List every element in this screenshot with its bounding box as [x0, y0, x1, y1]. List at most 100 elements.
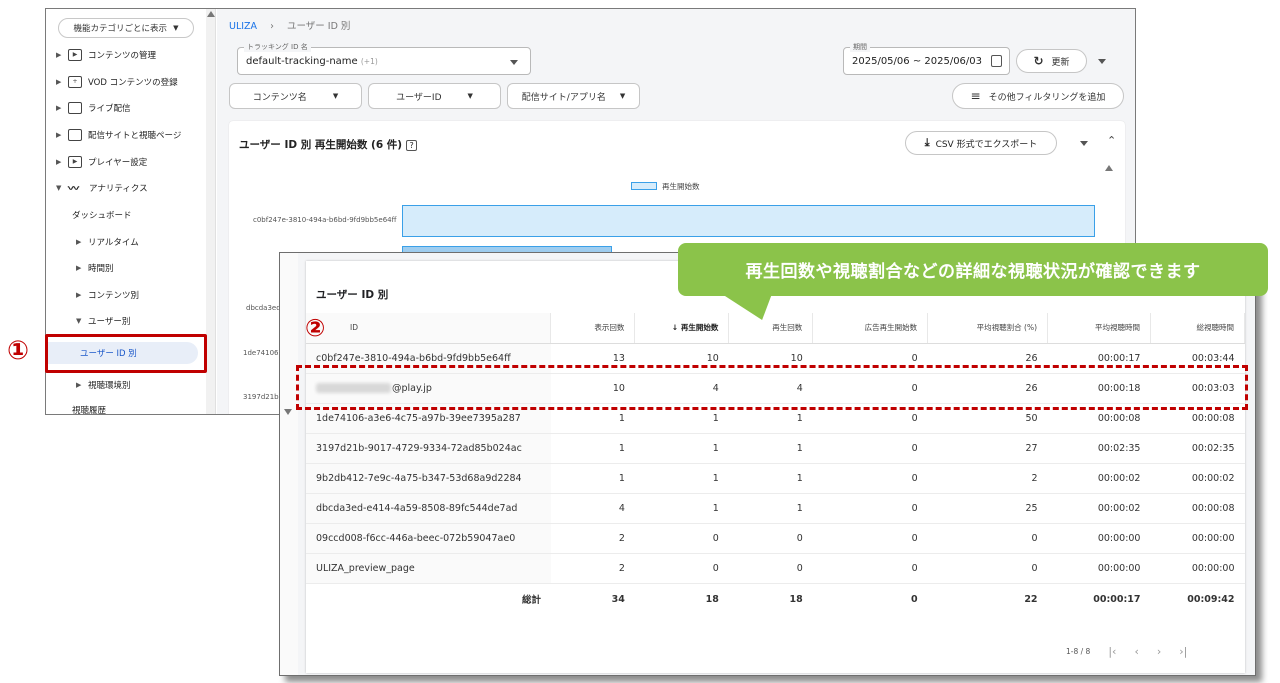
- sidebar-item-environment[interactable]: ▶ 視聴環境別: [46, 374, 206, 396]
- filter-content-name[interactable]: コンテンツ名 ▼: [229, 83, 362, 109]
- cell-text: 1: [712, 412, 719, 424]
- sidebar-item-by-content[interactable]: ▶ コンテンツ別: [46, 284, 206, 306]
- callout-bubble: 再生回数や視聴割合などの詳細な視聴状況が確認できます: [678, 243, 1268, 296]
- sidebar-item-sites[interactable]: ▶ 配信サイトと視聴ページ: [46, 124, 206, 146]
- cell-text: 00:00:02: [1097, 472, 1141, 484]
- refresh-label: 更新: [1051, 57, 1070, 68]
- highlight-box-sidebar: [45, 334, 207, 373]
- table-cell: 0: [728, 523, 813, 554]
- sidebar-item-vod-register[interactable]: ▶ + VOD コンテンツの登録: [46, 71, 206, 93]
- column-header-play-starts[interactable]: ↓ 再生開始数: [634, 313, 730, 344]
- add-filter-button[interactable]: ≡ その他フィルタリングを追加: [952, 83, 1124, 109]
- cell-text: 00:00:08: [1097, 412, 1141, 424]
- sidebar-item-label: ライブ配信: [88, 104, 131, 114]
- cell-text: ULIZA_preview_page: [316, 562, 415, 574]
- sidebar-item-player-settings[interactable]: ▶ ▶ プレイヤー設定: [46, 151, 206, 173]
- csv-export-button[interactable]: ⤓ CSV 形式でエクスポート: [905, 131, 1057, 155]
- table-cell: 00:00:02: [1047, 463, 1151, 494]
- cell-text: dbcda3ed-e414-4a59-8508-89fc544de7ad: [316, 502, 518, 514]
- table-cell: 00:02:35: [1150, 433, 1245, 464]
- sidebar-scrollbar[interactable]: [206, 9, 216, 414]
- user-id-table: ID 表示回数 ↓ 再生開始数 再生回数 広告再生開始数 平均視聴割合 (%) …: [306, 313, 1246, 615]
- cell-text: 26: [1025, 352, 1038, 364]
- table-cell: 1: [550, 433, 635, 464]
- sidebar-item-analytics[interactable]: ▼ 〰 アナリティクス: [46, 177, 206, 199]
- refresh-button[interactable]: ↻ 更新: [1016, 49, 1087, 73]
- column-header-total-time[interactable]: 総視聴時間: [1150, 313, 1246, 344]
- cell-text: 00:00:02: [1191, 472, 1235, 484]
- table-cell: 2: [927, 463, 1048, 494]
- cell-text: 1: [618, 412, 625, 424]
- sidebar-item-live[interactable]: ▶ ライブ配信: [46, 97, 206, 119]
- sidebar-item-label: コンテンツの管理: [88, 51, 157, 61]
- table-cell: 0: [812, 493, 928, 524]
- column-header-impressions[interactable]: 表示回数: [550, 313, 636, 344]
- table-cell: 0: [812, 463, 928, 494]
- cell-text: 0: [911, 352, 918, 364]
- period-field[interactable]: 期間 2025/05/06 ~ 2025/06/03: [843, 42, 1010, 75]
- add-box-icon: +: [68, 76, 82, 88]
- sidebar-item-hourly[interactable]: ▶ 時間別: [46, 257, 206, 279]
- table-cell: 00:00:00: [1047, 523, 1151, 554]
- table-row[interactable]: 3197d21b-9017-4729-9334-72ad85b024ac 1 1 1 0…: [306, 433, 1245, 464]
- table-row[interactable]: ULIZA_preview_page 2 0 0 0 0 00:00:00 00:00:00: [306, 553, 1245, 584]
- table-cell: 1: [728, 433, 813, 464]
- period-label: 期間: [850, 42, 870, 52]
- collapse-chevron-icon[interactable]: ⌃: [1107, 134, 1116, 147]
- filter-user-id[interactable]: ユーザーID ▼: [368, 83, 501, 109]
- breadcrumb-brand[interactable]: ULIZA: [229, 21, 257, 32]
- column-header-ad-starts[interactable]: 広告再生開始数: [812, 313, 929, 344]
- sidebar-item-dashboard[interactable]: ダッシュボード: [46, 204, 206, 226]
- scroll-up-icon[interactable]: [207, 11, 215, 17]
- column-header-label: 再生開始数: [680, 323, 719, 333]
- tracking-id-select[interactable]: トラッキング ID 名 default-tracking-name (+1): [237, 42, 531, 75]
- category-display-button[interactable]: 機能カテゴリごとに表示 ▼: [58, 18, 194, 38]
- table-cell: 00:00:00: [1150, 553, 1245, 584]
- cell-text: 27: [1025, 442, 1038, 454]
- sidebar-item-label: 視聴環境別: [88, 381, 131, 391]
- sidebar-item-by-user[interactable]: ▼ ユーザー別: [46, 310, 206, 332]
- dropdown-caret-icon: ▼: [332, 92, 339, 100]
- column-header-avg-time[interactable]: 平均視聴時間: [1047, 313, 1151, 344]
- scroll-down-icon[interactable]: [284, 409, 292, 415]
- table-cell: 25: [927, 493, 1048, 524]
- sidebar-item-history[interactable]: 視聴履歴: [46, 399, 206, 414]
- cell-text: 1: [796, 442, 803, 454]
- filter-label: 配信サイト/アプリ名: [521, 92, 606, 103]
- next-page-icon[interactable]: ›: [1157, 645, 1161, 658]
- sidebar-item-label: VOD コンテンツの登録: [88, 78, 178, 88]
- cell-user-id: dbcda3ed-e414-4a59-8508-89fc544de7ad: [306, 493, 551, 524]
- column-header-id[interactable]: ID: [306, 313, 552, 344]
- column-header-avg-ratio[interactable]: 平均視聴割合 (%): [927, 313, 1049, 344]
- refresh-menu-caret-icon[interactable]: [1098, 59, 1106, 64]
- chart-y-label: 3197d21b: [243, 393, 279, 401]
- table-cell: 0: [634, 523, 729, 554]
- help-icon[interactable]: ?: [406, 140, 418, 151]
- scroll-up-icon[interactable]: [1105, 165, 1113, 171]
- cell-text: 13: [612, 352, 625, 364]
- export-menu-caret-icon[interactable]: [1080, 141, 1088, 146]
- breadcrumb-current: ユーザー ID 別: [286, 21, 351, 32]
- filter-label: ユーザーID: [396, 92, 442, 103]
- cell-user-id: 9b2db412-7e9c-4a75-b347-53d68a9d2284: [306, 463, 551, 494]
- table-row[interactable]: 09ccd008-f6cc-446a-beec-072b59047ae0 2 0 0 0…: [306, 523, 1245, 554]
- cell-text: 00:00:00: [1191, 562, 1235, 574]
- chevron-right-icon: ▶: [56, 104, 62, 112]
- first-page-icon[interactable]: |‹: [1108, 645, 1116, 658]
- table-row[interactable]: 9b2db412-7e9c-4a75-b347-53d68a9d2284 1 1 1 0…: [306, 463, 1245, 494]
- filter-site-app[interactable]: 配信サイト/アプリ名 ▼: [507, 83, 640, 109]
- table-cell: 1: [634, 493, 729, 524]
- table-card-title: ユーザー ID 別: [316, 289, 389, 301]
- last-page-icon[interactable]: ›|: [1179, 645, 1187, 658]
- calendar-icon[interactable]: [991, 55, 1002, 67]
- chart-y-label: 1de74106: [243, 349, 279, 357]
- cell-text: 00:02:35: [1191, 442, 1235, 454]
- sidebar-item-label: コンテンツ別: [88, 291, 140, 301]
- table-row[interactable]: dbcda3ed-e414-4a59-8508-89fc544de7ad 4 1 1 0…: [306, 493, 1245, 524]
- sidebar-item-realtime[interactable]: ▶ リアルタイム: [46, 231, 206, 253]
- download-icon: ⤓: [924, 136, 930, 149]
- cell-user-id: ULIZA_preview_page: [306, 553, 551, 584]
- prev-page-icon[interactable]: ‹: [1134, 645, 1138, 658]
- table-cell: 0: [812, 433, 928, 464]
- sidebar-item-content-management[interactable]: ▶ ▶ コンテンツの管理: [46, 44, 206, 66]
